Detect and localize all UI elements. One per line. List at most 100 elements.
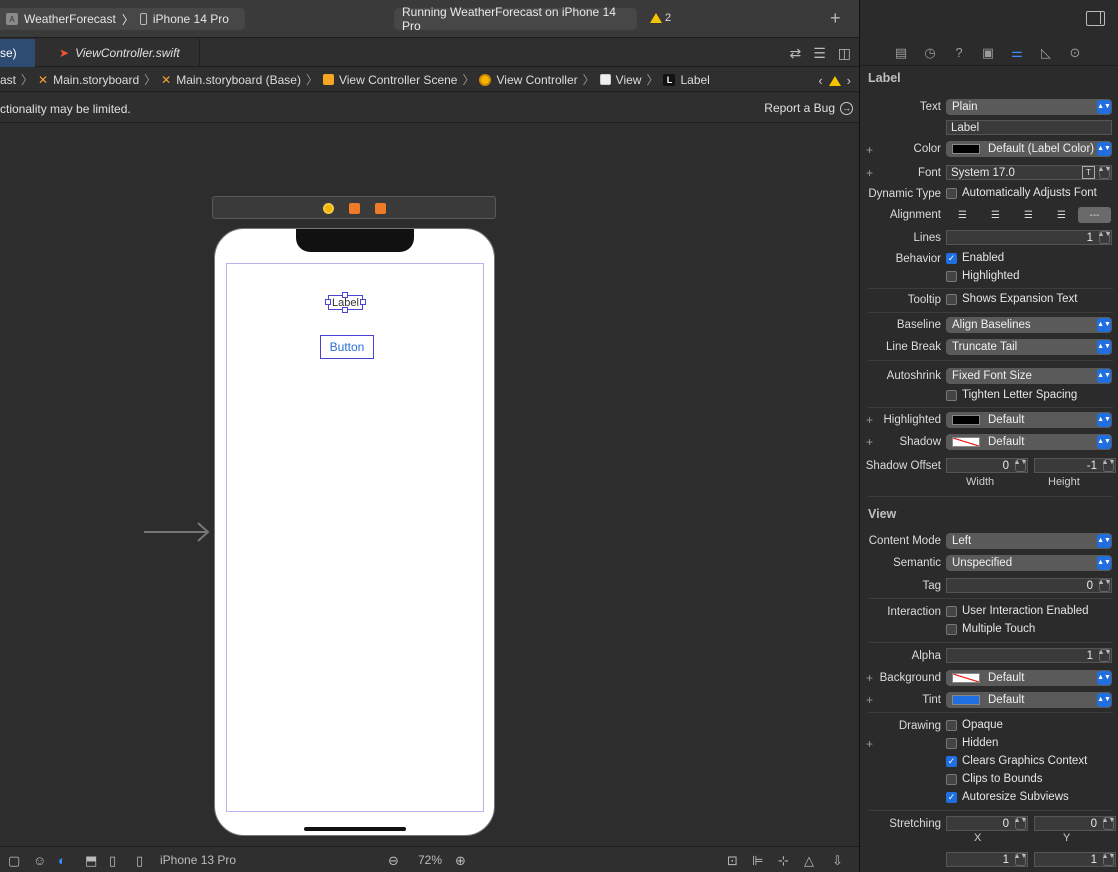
attributes-inspector-icon[interactable]: ⚌ [1010,45,1024,61]
clears-context-checkbox[interactable]: ✓ Clears Graphics Context [946,755,1087,767]
view-controller-icon[interactable] [323,203,334,214]
multiple-touch-checkbox[interactable]: Multiple Touch [946,623,1035,635]
user-interaction-checkbox[interactable]: User Interaction Enabled [946,605,1089,617]
align-justify-icon[interactable]: ☰ [1045,207,1078,223]
semantic-popup[interactable]: Unspecified ▲▼ [946,555,1112,571]
update-frames-icon[interactable]: ⊡ [727,853,738,869]
align-right-icon[interactable]: ☰ [1012,207,1045,223]
entry-point-arrow-icon[interactable] [144,522,210,542]
tab-main-storyboard[interactable]: se) [0,39,35,67]
stepper-icon[interactable]: ▲▼ [1102,459,1115,472]
add-button[interactable]: + [830,8,841,28]
sidebar-toggle-icon[interactable]: ▢ [8,853,20,869]
highlighted-checkbox[interactable]: Highlighted [946,270,1020,282]
chevron-left-icon[interactable]: ‹ [818,73,822,88]
align-left-icon[interactable]: ☰ [946,207,979,223]
line-break-popup[interactable]: Truncate Tail ▲▼ [946,339,1112,355]
font-field[interactable]: System 17.0 T ▲▼ [946,165,1112,180]
content-mode-popup[interactable]: Left ▲▼ [946,533,1112,549]
stepper-icon[interactable]: ▲▼ [1014,817,1027,830]
split-editor-icon[interactable]: ◫ [838,45,851,62]
align-natural-icon[interactable]: --- [1078,207,1111,223]
chevron-right-icon[interactable]: › [847,73,851,88]
stretch-y-field[interactable]: 0 ▲▼ [1034,816,1116,831]
zoom-out-icon[interactable]: ⊖ [388,853,399,869]
stretch-x-field[interactable]: 0 ▲▼ [946,816,1028,831]
add-variation-icon[interactable]: + [866,737,873,751]
hidden-checkbox[interactable]: Hidden [946,737,998,749]
clips-bounds-checkbox[interactable]: Clips to Bounds [946,773,1043,785]
tag-field[interactable]: 0 ▲▼ [946,578,1112,593]
add-variation-icon[interactable]: + [866,671,873,685]
stretch-width-field[interactable]: 1 ▲▼ [946,852,1028,867]
breadcrumb-item[interactable]: Main.storyboard [53,73,139,87]
accessibility-icon[interactable]: ☺ [33,853,46,868]
baseline-popup[interactable]: Align Baselines ▲▼ [946,317,1112,333]
device-label[interactable]: iPhone 13 Pro [160,853,236,867]
first-responder-icon[interactable] [349,203,360,214]
breadcrumb-item[interactable]: View [616,73,642,87]
color-popup[interactable]: Default (Label Color) ▲▼ [946,141,1112,157]
enabled-checkbox[interactable]: ✓ Enabled [946,252,1004,264]
inspector-toggle-icon[interactable] [1086,11,1105,26]
orientation-icon[interactable]: ⬒ [85,853,97,869]
resize-handle[interactable] [342,307,348,313]
report-bug-button[interactable]: Report a Bug → [764,101,853,115]
shadow-width-field[interactable]: 0 ▲▼ [946,458,1028,473]
shadow-color-popup[interactable]: Default ▲▼ [946,434,1112,450]
tab-viewcontroller-swift[interactable]: ➤ ViewController.swift [35,39,200,67]
breadcrumb-item[interactable]: View Controller Scene [339,73,458,87]
zoom-level[interactable]: 72% [418,853,442,867]
add-variation-icon[interactable]: + [866,413,873,427]
scene-dock[interactable] [212,196,496,219]
stepper-icon[interactable]: ▲▼ [1014,459,1027,472]
breadcrumb-item[interactable]: Main.storyboard (Base) [176,73,301,87]
auto-adjust-font-checkbox[interactable]: Automatically Adjusts Font [946,187,1097,199]
canvas-button[interactable]: Button [320,335,374,359]
opaque-checkbox[interactable]: Opaque [946,719,1003,731]
device-icon[interactable]: ▯ [136,853,143,869]
add-constraints-icon[interactable]: ⊹ [778,853,789,869]
expansion-text-checkbox[interactable]: Shows Expansion Text [946,293,1078,305]
lines-field[interactable]: 1 ▲▼ [946,230,1112,245]
align-icon[interactable]: ⊫ [752,853,763,869]
add-variation-icon[interactable]: + [866,693,873,707]
stepper-icon[interactable]: ▲▼ [1102,853,1115,866]
tint-popup[interactable]: Default ▲▼ [946,692,1112,708]
align-center-icon[interactable]: ☰ [979,207,1012,223]
zoom-in-icon[interactable]: ⊕ [455,853,466,869]
storyboard-canvas[interactable]: Label Button [0,124,859,846]
shadow-height-field[interactable]: -1 ▲▼ [1034,458,1116,473]
add-variation-icon[interactable]: + [866,143,873,157]
font-picker-icon[interactable]: T [1082,166,1095,179]
stepper-icon[interactable]: ▲▼ [1014,853,1027,866]
add-variation-icon[interactable]: + [866,435,873,449]
text-type-popup[interactable]: Plain ▲▼ [946,99,1112,115]
alpha-field[interactable]: 1 ▲▼ [946,648,1112,663]
breadcrumb-item[interactable]: ast [0,73,16,87]
breadcrumb-item[interactable]: Label [680,73,709,87]
size-inspector-icon[interactable]: ◺ [1039,45,1053,61]
embed-in-icon[interactable]: ⇩ [832,853,843,869]
stepper-icon[interactable]: ▲▼ [1098,231,1111,244]
warnings-badge[interactable]: 2 [650,12,671,24]
layout-icon[interactable]: ▯ [109,853,116,869]
background-popup[interactable]: Default ▲▼ [946,670,1112,686]
add-variation-icon[interactable]: + [866,166,873,180]
tighten-spacing-checkbox[interactable]: Tighten Letter Spacing [946,389,1077,401]
scheme-selector[interactable]: A WeatherForecast 〉 iPhone 14 Pro [0,8,245,30]
help-inspector-icon[interactable]: ? [952,45,966,60]
appearance-icon[interactable]: ◐ [58,853,66,868]
identity-inspector-icon[interactable]: ▣ [981,45,995,61]
resolve-issues-icon[interactable]: △ [804,853,814,869]
stepper-icon[interactable]: ▲▼ [1098,579,1111,592]
stepper-icon[interactable]: ▲▼ [1098,649,1111,662]
breadcrumb-item[interactable]: View Controller [496,73,577,87]
alignment-segmented-control[interactable]: ☰ ☰ ☰ ☰ --- [946,207,1111,223]
stepper-icon[interactable]: ▲▼ [1098,166,1111,179]
selected-label[interactable]: Label [325,292,366,313]
exit-icon[interactable] [375,203,386,214]
history-inspector-icon[interactable]: ◷ [923,45,937,61]
lines-icon[interactable]: ☰ [813,45,826,62]
resize-handle[interactable] [342,292,348,298]
